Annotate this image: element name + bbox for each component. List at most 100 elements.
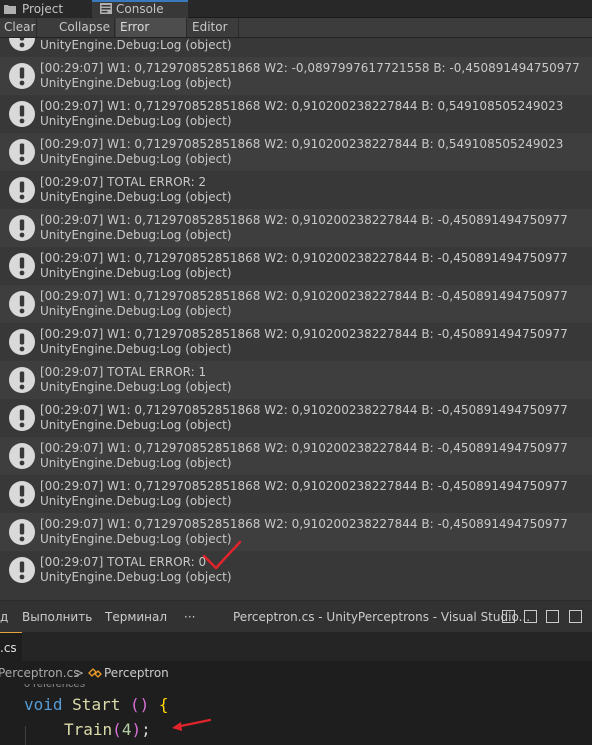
code-line-start: void Start () { xyxy=(24,695,169,714)
vscode-window: д Выполнить Терминал ··· Perceptron.cs -… xyxy=(0,600,592,745)
breadcrumb-file[interactable]: Perceptron.cs xyxy=(0,662,79,684)
log-entry[interactable]: [00:29:07] TOTAL ERROR: 0 UnityEngine.Deb… xyxy=(0,551,592,589)
breadcrumb: Perceptron.cs > Perceptron xyxy=(0,662,592,684)
log-entry-message: [00:29:07] W1: 0,712970852851868 W2: 0,9… xyxy=(40,403,568,417)
log-entry-message: [00:29:07] W1: 0,712970852851868 W2: 0,9… xyxy=(40,327,568,341)
editor-tab-active[interactable]: .cs xyxy=(0,632,22,662)
unity-console-window: Project Console Clear Collapse Error Pau… xyxy=(0,0,592,600)
log-entry-stacktrace: UnityEngine.Debug:Log (object) xyxy=(40,38,232,52)
toggle-secondary-sidebar-icon[interactable] xyxy=(546,610,559,623)
token-brace: { xyxy=(158,695,169,714)
breadcrumb-separator: > xyxy=(74,666,85,680)
log-entry-message: [00:29:07] TOTAL ERROR: 2 xyxy=(40,175,207,189)
log-entry[interactable]: [00:29:07] W1: 0,712970852851868 W2: 0,9… xyxy=(0,247,592,285)
log-message-icon xyxy=(9,443,35,469)
menu-item-terminal[interactable]: Терминал xyxy=(105,610,167,624)
log-message-icon xyxy=(9,139,35,165)
log-entry[interactable]: [00:29:07] W1: 0,712970852851868 W2: 0,9… xyxy=(0,437,592,475)
log-entry-message: [00:29:07] W1: 0,712970852851868 W2: 0,9… xyxy=(40,441,568,455)
log-entry-stacktrace: UnityEngine.Debug:Log (object) xyxy=(40,190,232,204)
class-icon xyxy=(88,668,102,678)
log-entry-message: [00:29:07] W1: 0,712970852851868 W2: 0,9… xyxy=(40,479,568,493)
log-entry-stacktrace: UnityEngine.Debug:Log (object) xyxy=(40,380,232,394)
log-message-icon xyxy=(9,177,35,203)
menu-more-button[interactable]: ··· xyxy=(184,610,195,624)
codelens-references[interactable]: 0 references xyxy=(24,684,85,690)
toggle-panel-icon[interactable] xyxy=(524,610,537,623)
log-message-icon xyxy=(9,291,35,317)
log-entry-stacktrace: UnityEngine.Debug:Log (object) xyxy=(40,418,232,432)
log-entry[interactable]: [00:29:07] W1: 0,712970852851868 W2: 0,9… xyxy=(0,399,592,437)
error-pause-button[interactable]: Error Pause xyxy=(116,18,187,53)
breadcrumb-class[interactable]: Perceptron xyxy=(104,662,169,684)
tab-project-label: Project xyxy=(22,2,64,16)
log-entry-message: [00:29:07] W1: 0,712970852851868 W2: 0,9… xyxy=(40,251,568,265)
toggle-sidebar-icon[interactable] xyxy=(502,610,515,623)
log-message-icon xyxy=(9,63,35,89)
log-entry[interactable]: [00:29:07] W1: 0,712970852851868 W2: 0,9… xyxy=(0,323,592,361)
log-entry-message: [00:29:07] W1: 0,712970852851868 W2: 0,9… xyxy=(40,517,568,531)
log-message-icon xyxy=(9,519,35,545)
token-start: Start xyxy=(72,695,121,714)
log-message-icon xyxy=(9,329,35,355)
editor-dropdown[interactable]: Editor xyxy=(188,18,239,48)
log-entry-stacktrace: UnityEngine.Debug:Log (object) xyxy=(40,304,232,318)
log-entry[interactable]: [00:29:07] W1: 0,712970852851868 W2: 0,9… xyxy=(0,209,592,247)
log-entry-stacktrace: UnityEngine.Debug:Log (object) xyxy=(40,494,232,508)
token-train-paren-close: ) xyxy=(131,720,142,739)
log-entry[interactable]: [00:29:07] TOTAL ERROR: 1 UnityEngine.Deb… xyxy=(0,361,592,399)
log-entry-stacktrace: UnityEngine.Debug:Log (object) xyxy=(40,114,232,128)
log-entry-stacktrace: UnityEngine.Debug:Log (object) xyxy=(40,532,232,546)
console-toolbar: Clear Collapse Error Pause Editor xyxy=(0,18,592,53)
menu-item-partial[interactable]: д xyxy=(0,610,8,624)
log-entry[interactable]: [00:29:07] W1: 0,712970852851868 W2: 0,9… xyxy=(0,95,592,133)
layout-icon[interactable] xyxy=(569,610,582,623)
editor-dropdown-label: Editor xyxy=(192,20,228,34)
log-message-icon xyxy=(9,253,35,279)
log-entry[interactable]: [00:29:07] W1: 0,712970852851868 W2: 0,9… xyxy=(0,513,592,551)
log-entry-message: [00:29:07] TOTAL ERROR: 1 xyxy=(40,365,207,379)
folder-icon xyxy=(4,5,16,14)
log-entry[interactable]: [00:29:07] TOTAL ERROR: 2 UnityEngine.Deb… xyxy=(0,171,592,209)
log-entry-stacktrace: UnityEngine.Debug:Log (object) xyxy=(40,342,232,356)
log-entry-message: [00:29:07] TOTAL ERROR: 0 xyxy=(40,555,207,569)
indent-guide xyxy=(25,726,26,745)
log-entry[interactable]: [00:29:07] W1: 0,712970852851868 W2: 0,9… xyxy=(0,285,592,323)
tab-project[interactable]: Project xyxy=(0,0,90,18)
log-message-icon xyxy=(9,215,35,241)
log-message-icon xyxy=(9,101,35,127)
tab-console-label: Console xyxy=(116,2,164,16)
log-entry[interactable]: UnityEngine.Debug:Log (object) xyxy=(0,38,592,57)
log-message-icon xyxy=(9,38,35,51)
token-arg: 4 xyxy=(121,720,132,739)
token-paren-open: ( xyxy=(129,695,140,714)
log-entry-stacktrace: UnityEngine.Debug:Log (object) xyxy=(40,228,232,242)
collapse-button[interactable]: Collapse xyxy=(55,18,115,37)
clear-button[interactable]: Clear xyxy=(0,18,37,37)
vscode-titlebar: д Выполнить Терминал ··· Perceptron.cs -… xyxy=(0,600,592,632)
editor-tab-bar: .cs xyxy=(0,632,592,662)
console-log-list[interactable]: UnityEngine.Debug:Log (object) [00:29:07]… xyxy=(0,38,592,600)
tab-console[interactable]: Console xyxy=(92,0,188,18)
log-entry[interactable]: [00:29:07] W1: 0,712970852851868 W2: -0,… xyxy=(0,57,592,95)
log-message-icon xyxy=(9,557,35,583)
code-editor[interactable]: 0 references void Start () { Train(4); xyxy=(0,684,592,745)
token-train-paren-open: ( xyxy=(112,720,122,739)
log-entry[interactable]: [00:29:07] W1: 0,712970852851868 W2: 0,9… xyxy=(0,475,592,513)
menu-item-run[interactable]: Выполнить xyxy=(22,610,92,624)
token-paren-close: ) xyxy=(139,695,150,714)
log-entry-message: [00:29:07] W1: 0,712970852851868 W2: 0,9… xyxy=(40,213,568,227)
code-line-train: Train(4); xyxy=(64,720,151,739)
log-entry-stacktrace: UnityEngine.Debug:Log (object) xyxy=(40,76,232,90)
log-entry[interactable]: [00:29:07] W1: 0,712970852851868 W2: 0,9… xyxy=(0,133,592,171)
log-entry-stacktrace: UnityEngine.Debug:Log (object) xyxy=(40,456,232,470)
log-entry-message: [00:29:07] W1: 0,712970852851868 W2: 0,9… xyxy=(40,137,564,151)
log-entry-stacktrace: UnityEngine.Debug:Log (object) xyxy=(40,266,232,280)
log-message-icon xyxy=(9,405,35,431)
token-semicolon: ; xyxy=(141,720,151,739)
window-title: Perceptron.cs - UnityPerceptrons - Visua… xyxy=(233,610,531,624)
log-entry-message: [00:29:07] W1: 0,712970852851868 W2: -0,… xyxy=(40,61,580,75)
log-entry-stacktrace: UnityEngine.Debug:Log (object) xyxy=(40,570,232,584)
log-message-icon xyxy=(9,481,35,507)
red-arrow-annotation xyxy=(172,718,212,731)
